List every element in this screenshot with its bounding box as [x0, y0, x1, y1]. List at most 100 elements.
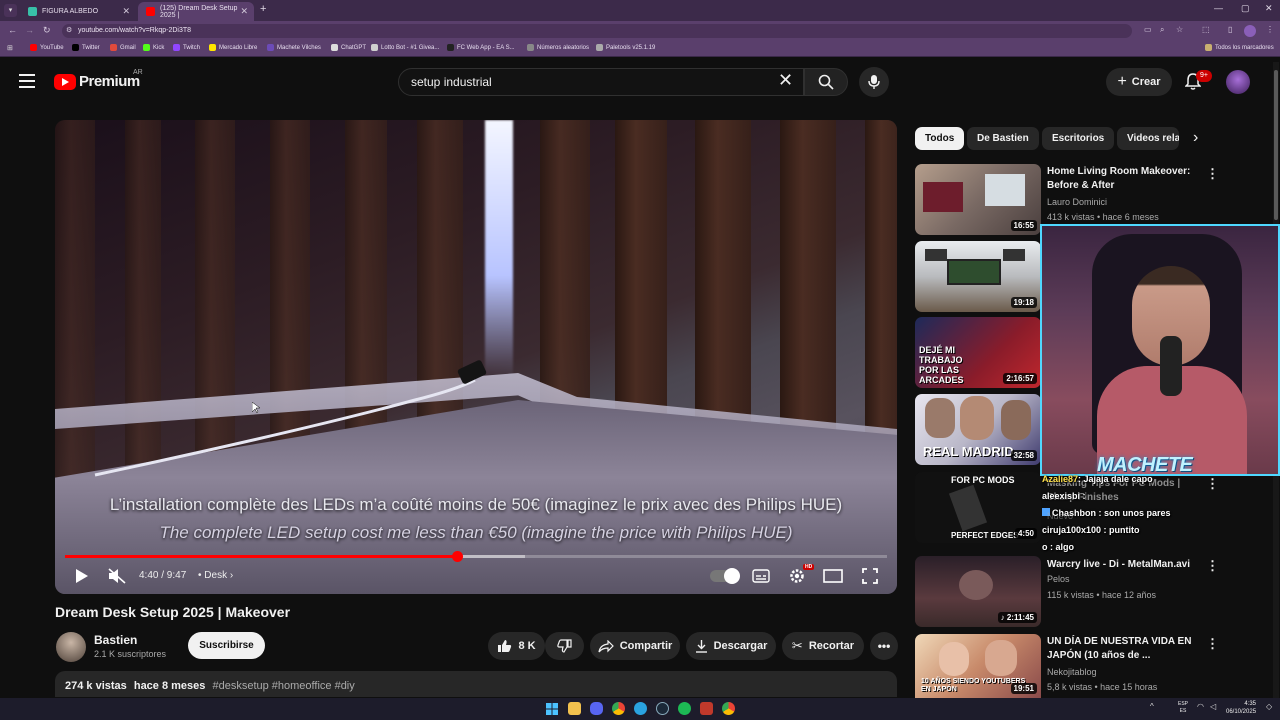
volume-icon[interactable]: ◁ [1210, 702, 1216, 711]
related-channel[interactable]: Nekojitablog [1047, 667, 1097, 677]
spotify-icon[interactable] [678, 702, 691, 715]
reload-icon[interactable]: ↻ [43, 25, 51, 36]
bookmark-paletools[interactable]: Paletools v25.1.19 [596, 44, 655, 51]
related-thumbnail[interactable]: REAL MADRID 32:58 [915, 394, 1041, 465]
bookmark-kick[interactable]: Kick [143, 44, 164, 51]
tab-close-icon[interactable]: ✕ [240, 6, 248, 17]
progress-bar[interactable] [65, 551, 887, 562]
bookmark-youtube[interactable]: YouTube [30, 44, 64, 51]
language-indicator[interactable]: ESP ES [1178, 701, 1188, 715]
fullscreen-icon[interactable] [862, 568, 878, 584]
menu-dots-icon[interactable]: ⋮ [1266, 25, 1274, 34]
all-bookmarks[interactable]: Todos los marcadores [1205, 44, 1274, 51]
voice-search-button[interactable] [859, 67, 889, 97]
related-thumbnail[interactable]: 16:55 [915, 164, 1041, 235]
dislike-button[interactable] [545, 632, 584, 660]
windows-start-icon[interactable] [546, 703, 558, 715]
bookmark-mercadolibre[interactable]: Mercado Libre [209, 44, 257, 51]
chrome-icon[interactable] [612, 702, 625, 715]
create-button[interactable]: + Crear [1106, 68, 1172, 96]
close-window-icon[interactable]: ✕ [1265, 3, 1273, 14]
channel-avatar[interactable] [56, 632, 86, 662]
chip-todos[interactable]: Todos [915, 127, 965, 150]
url-input[interactable]: youtube.com/watch?v=Rkqp-2Di3T8 [62, 24, 1132, 38]
maximize-icon[interactable]: ▢ [1241, 3, 1250, 14]
browser-tab-youtube[interactable]: (125) Dream Desk Setup 2025 | ✕ [138, 2, 254, 21]
clear-search-icon[interactable]: ✕ [778, 70, 793, 91]
more-actions-button[interactable]: ••• [870, 632, 898, 660]
minimize-icon[interactable]: — [1214, 3, 1223, 13]
system-clock[interactable]: 4:35 06/10/2025 [1226, 700, 1256, 716]
cast-icon[interactable]: ▭ [1144, 25, 1152, 34]
clip-button[interactable]: ✂ Recortar [782, 632, 864, 660]
telegram-icon[interactable] [634, 702, 647, 715]
chevron-right-icon[interactable]: › [1193, 129, 1198, 147]
apps-grid-icon[interactable]: ⊞ [7, 44, 13, 52]
autoplay-toggle[interactable] [710, 568, 740, 584]
account-avatar[interactable] [1226, 70, 1250, 94]
bookmark-machete[interactable]: Machete Vilches [267, 44, 321, 51]
notifications-icon[interactable]: ◇ [1266, 702, 1272, 711]
related-channel[interactable]: Nuevo [1047, 511, 1073, 521]
bookmark-numeros[interactable]: Números aleatorios [527, 44, 589, 51]
subtitles-icon[interactable] [752, 569, 770, 583]
related-thumbnail[interactable]: 10 AÑOS SIENDO YOUTUBERS EN JAPÓN 19:51 [915, 634, 1041, 698]
steam-icon[interactable] [656, 702, 669, 715]
new-tab-icon[interactable]: + [260, 3, 266, 15]
play-icon[interactable] [75, 568, 89, 584]
related-thumbnail[interactable]: ♪ 2:11:45 [915, 556, 1041, 627]
description-box[interactable]: 274 k vistas hace 8 meses #desksetup #ho… [55, 671, 897, 697]
related-title[interactable]: UN DÍA DE NUESTRA VIDA EN JAPÓN (10 años… [1047, 635, 1197, 663]
bookmark-fcwebapp[interactable]: FC Web App - EA S... [447, 44, 515, 51]
theater-mode-icon[interactable] [823, 569, 843, 583]
forward-icon[interactable]: → [25, 25, 34, 35]
profile-icon[interactable] [1244, 25, 1256, 37]
back-icon[interactable]: ← [8, 25, 17, 35]
channel-name[interactable]: Bastien [94, 633, 137, 647]
extensions-icon[interactable]: ⬚ [1202, 25, 1210, 34]
chapter-link[interactable]: • Desk › [198, 570, 233, 581]
bookmark-star-icon[interactable]: ☆ [1176, 25, 1183, 34]
hashtags[interactable]: #desksetup #homeoffice #diy [212, 680, 354, 692]
tray-chevron-icon[interactable]: ^ [1150, 702, 1154, 711]
tab-close-icon[interactable]: ✕ [122, 6, 130, 17]
related-channel[interactable]: Pelos [1047, 574, 1070, 584]
chrome-profile-icon[interactable] [722, 702, 735, 715]
chip-de-bastien[interactable]: De Bastien [967, 127, 1039, 150]
discord-icon[interactable] [590, 702, 603, 715]
related-thumbnail[interactable]: 19:18 [915, 241, 1041, 312]
zoom-icon[interactable]: ⌕ [1160, 25, 1164, 35]
related-thumbnail[interactable]: DEJÉ MI TRABAJO POR LAS ARCADES 2:16:57 [915, 317, 1041, 388]
hamburger-menu-icon[interactable] [19, 74, 35, 88]
bookmark-twitch[interactable]: Twitch [173, 44, 200, 51]
more-vertical-icon[interactable]: ⋮ [1206, 476, 1219, 492]
scrollbar-thumb[interactable] [1274, 70, 1278, 220]
bookmark-gmail[interactable]: Gmail [110, 44, 136, 51]
chip-videos-relacionados[interactable]: Videos rela [1117, 127, 1179, 150]
related-thumbnail[interactable]: FOR PC MODS PERFECT EDGES 4:50 [915, 472, 1041, 543]
more-vertical-icon[interactable]: ⋮ [1206, 636, 1219, 652]
bookmark-twitter[interactable]: Twitter [72, 44, 100, 51]
like-button[interactable]: 8 K [488, 632, 545, 660]
bookmark-lottobot[interactable]: Lotto Bot - #1 Givea... [371, 44, 439, 51]
chip-escritorios[interactable]: Escritorios [1042, 127, 1115, 150]
muted-volume-icon[interactable] [108, 568, 126, 584]
sidebar-icon[interactable]: ▯ [1228, 25, 1232, 34]
related-channel[interactable]: Lauro Dominici [1047, 197, 1107, 207]
related-title[interactable]: Warcry live - Di - MetalMan.avi [1047, 558, 1197, 572]
more-vertical-icon[interactable]: ⋮ [1206, 166, 1219, 182]
subscribe-button[interactable]: Suscribirse [188, 632, 265, 659]
search-button[interactable] [804, 68, 848, 96]
browser-tab-figura[interactable]: FIGURA ALBEDO ✕ [20, 2, 136, 21]
share-button[interactable]: Compartir [590, 632, 680, 660]
download-button[interactable]: Descargar [686, 632, 776, 660]
tab-search-icon[interactable]: ▾ [4, 4, 17, 17]
app-icon[interactable] [700, 702, 713, 715]
youtube-premium-logo[interactable]: Premium AR [54, 69, 143, 90]
site-info-icon[interactable]: ⚙ [66, 26, 72, 34]
more-vertical-icon[interactable]: ⋮ [1206, 558, 1219, 574]
settings-gear-icon[interactable] [789, 568, 805, 584]
wifi-icon[interactable]: ◠ [1197, 702, 1204, 711]
related-title[interactable]: Home Living Room Makeover: Before & Afte… [1047, 165, 1197, 193]
video-player[interactable]: L’installation complète des LEDs m’a coû… [55, 120, 897, 594]
